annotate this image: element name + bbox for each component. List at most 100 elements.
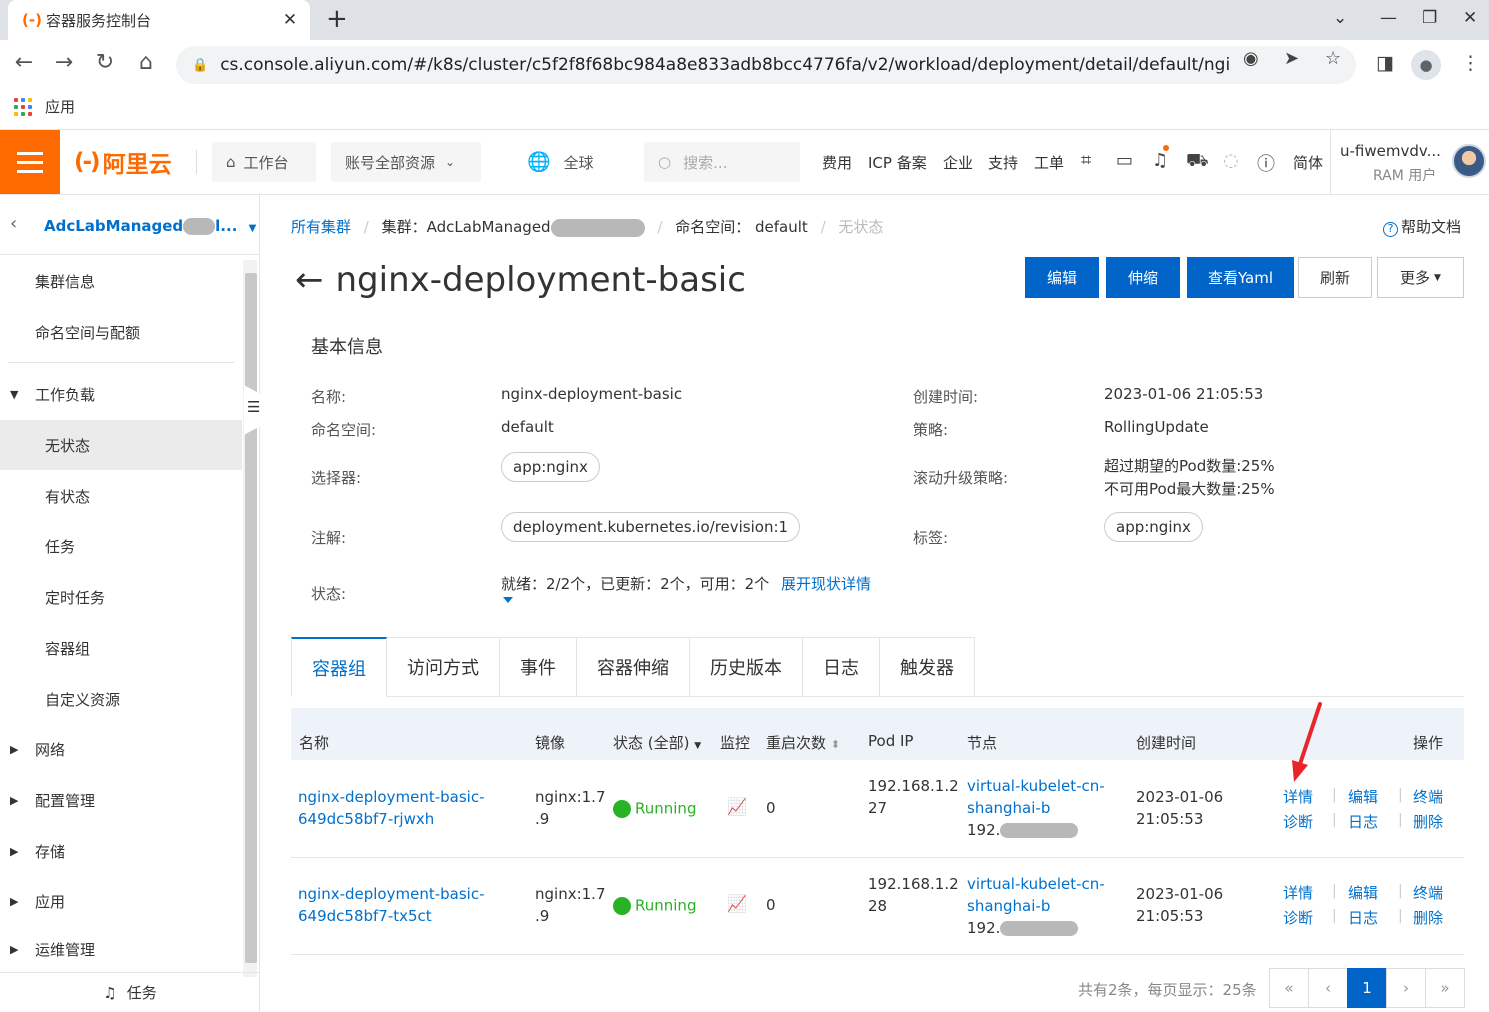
workbench-button[interactable]: ⌂ 工作台	[212, 142, 316, 182]
tab-close-icon[interactable]: ✕	[280, 10, 300, 30]
more-dropdown[interactable]: 更多 ▼	[1377, 257, 1464, 298]
new-tab-icon[interactable]: +	[326, 5, 348, 33]
window-close-icon[interactable]: ✕	[1463, 8, 1477, 28]
op-diagnose-link[interactable]: 诊断	[1283, 907, 1313, 928]
reload-icon[interactable]: ↻	[91, 50, 119, 75]
sidebar-item-statefulsets[interactable]: 有状态	[0, 471, 242, 521]
hamburger-menu-icon[interactable]	[0, 130, 60, 194]
sidebar-group-network[interactable]: ▶ 网络	[0, 724, 242, 774]
language-switch[interactable]: 简体	[1293, 152, 1323, 173]
scale-button[interactable]: 伸缩	[1106, 257, 1180, 298]
op-delete-link[interactable]: 删除	[1413, 811, 1443, 832]
tab-autoscaling[interactable]: 容器伸缩	[577, 637, 690, 697]
op-edit-link[interactable]: 编辑	[1348, 882, 1378, 903]
page-1-button[interactable]: 1	[1347, 968, 1387, 1008]
resources-dropdown[interactable]: 账号全部资源 ⌄	[331, 142, 481, 182]
op-terminal-link[interactable]: 终端	[1413, 882, 1443, 903]
tab-triggers[interactable]: 触发器	[880, 637, 975, 697]
omnibox[interactable]: 🔒 cs.console.aliyun.com/#/k8s/cluster/c5…	[176, 46, 1356, 84]
pod-name-link[interactable]: nginx-deployment-basic- 649dc58bf7-tx5ct	[298, 883, 484, 927]
eye-off-icon[interactable]: ◉	[1243, 48, 1259, 69]
minimize-icon[interactable]: —	[1380, 8, 1397, 28]
tab-access[interactable]: 访问方式	[387, 637, 500, 697]
op-detail-link[interactable]: 详情	[1283, 882, 1313, 903]
node-link[interactable]: virtual-kubelet-cn- shanghai-b	[967, 775, 1105, 819]
nav-link-support[interactable]: 支持	[988, 152, 1018, 173]
refresh-button[interactable]: 刷新	[1298, 257, 1372, 298]
sidebar-tasks-button[interactable]: ♫ 任务	[0, 972, 260, 1012]
sidebar-item-pods[interactable]: 容器组	[0, 623, 242, 673]
nav-link-billing[interactable]: 费用	[822, 152, 852, 173]
page-prev-button[interactable]: ‹	[1308, 968, 1348, 1008]
star-icon[interactable]: ☆	[1325, 48, 1341, 69]
help-doc-link[interactable]: ? 帮助文档	[1383, 216, 1461, 237]
tab-pods[interactable]: 容器组	[291, 637, 387, 697]
monitor-chart-icon[interactable]: 📈	[727, 796, 747, 818]
tab-logs[interactable]: 日志	[803, 637, 880, 697]
bell-icon[interactable]: ♫	[1152, 150, 1168, 171]
user-name[interactable]: u-fiwemvdv...	[1340, 142, 1441, 160]
terminal-icon[interactable]: ▭	[1116, 150, 1133, 171]
browser-profile-icon[interactable]: ●	[1411, 50, 1441, 80]
sidebar-item-cluster-info[interactable]: 集群信息	[0, 256, 242, 306]
avatar[interactable]	[1452, 144, 1486, 178]
browser-tab[interactable]: (-) 容器服务控制台 ✕	[8, 0, 310, 40]
page-last-button[interactable]: »	[1425, 968, 1465, 1008]
pod-name-link[interactable]: nginx-deployment-basic- 649dc58bf7-rjwxh	[298, 786, 484, 830]
sidebar-group-storage[interactable]: ▶ 存储	[0, 826, 242, 876]
list-collapse-icon[interactable]: ☰	[247, 398, 260, 416]
breadcrumb-all-clusters[interactable]: 所有集群	[291, 218, 351, 236]
back-icon[interactable]: ←	[10, 50, 38, 75]
op-edit-link[interactable]: 编辑	[1348, 786, 1378, 807]
nav-link-enterprise[interactable]: 企业	[943, 152, 973, 173]
apps-grid-icon[interactable]	[14, 98, 32, 116]
sidebar-group-ops[interactable]: ▶ 运维管理	[0, 927, 242, 971]
cloud-shell-icon[interactable]: ⌗	[1081, 150, 1091, 171]
url-text[interactable]: cs.console.aliyun.com/#/k8s/cluster/c5f2…	[220, 55, 1230, 75]
status-caret-down-icon[interactable]	[503, 597, 513, 603]
view-yaml-button[interactable]: 查看Yaml	[1187, 257, 1294, 298]
sidebar-item-jobs[interactable]: 任务	[0, 521, 242, 571]
bookmark-apps[interactable]: 应用	[45, 96, 75, 117]
breadcrumb-namespace[interactable]: 命名空间： default	[675, 218, 808, 236]
sidebar-item-deployments[interactable]: 无状态	[0, 420, 242, 470]
cluster-selector[interactable]: AdcLabManaged l... ▼	[44, 217, 256, 235]
sidebar-item-cronjobs[interactable]: 定时任务	[0, 572, 242, 622]
sidebar-group-apps[interactable]: ▶ 应用	[0, 876, 242, 926]
tab-history[interactable]: 历史版本	[690, 637, 803, 697]
side-panel-icon[interactable]: ◨	[1376, 52, 1394, 74]
node-link[interactable]: virtual-kubelet-cn- shanghai-b	[967, 873, 1105, 917]
browser-menu-icon[interactable]: ⋮	[1461, 52, 1480, 74]
region-selector[interactable]: 🌐 全球	[527, 150, 593, 173]
help-circle-icon[interactable]: ⓘ	[1257, 150, 1275, 176]
op-diagnose-link[interactable]: 诊断	[1283, 811, 1313, 832]
page-next-button[interactable]: ›	[1386, 968, 1426, 1008]
sidebar-scroll-thumb[interactable]	[245, 273, 257, 963]
expand-status-link[interactable]: 展开现状详情	[781, 573, 871, 594]
nav-link-tickets[interactable]: 工单	[1034, 152, 1064, 173]
restore-icon[interactable]: ❐	[1422, 8, 1437, 28]
tab-events[interactable]: 事件	[500, 637, 577, 697]
home-icon[interactable]: ⌂	[132, 50, 160, 75]
page-first-button[interactable]: «	[1269, 968, 1309, 1008]
col-status-filter[interactable]: 状态 (全部) ▼	[613, 732, 701, 753]
chevron-left-icon[interactable]: ‹	[10, 213, 17, 234]
forward-icon[interactable]: →	[50, 50, 78, 75]
send-icon[interactable]: ➤	[1284, 48, 1299, 69]
op-delete-link[interactable]: 删除	[1413, 907, 1443, 928]
breadcrumb-cluster[interactable]: 集群：AdcLabManaged	[382, 218, 645, 237]
sidebar-group-workload[interactable]: ▼ 工作负载	[0, 369, 242, 419]
op-terminal-link[interactable]: 终端	[1413, 786, 1443, 807]
search-input[interactable]: ○ 搜索...	[644, 142, 800, 182]
cart-icon[interactable]: ⛟	[1186, 150, 1209, 174]
sidebar-item-custom-resources[interactable]: 自定义资源	[0, 674, 242, 724]
tab-search-chevron-icon[interactable]: ⌄	[1333, 8, 1347, 28]
lightbulb-icon[interactable]: ◌	[1223, 150, 1239, 171]
sidebar-group-config[interactable]: ▶ 配置管理	[0, 775, 242, 825]
monitor-chart-icon[interactable]: 📈	[727, 893, 747, 915]
nav-link-icp[interactable]: ICP 备案	[868, 152, 927, 173]
aliyun-logo[interactable]: (-) 阿里云	[74, 146, 172, 178]
op-logs-link[interactable]: 日志	[1348, 907, 1378, 928]
op-logs-link[interactable]: 日志	[1348, 811, 1378, 832]
op-detail-link[interactable]: 详情	[1283, 786, 1313, 807]
